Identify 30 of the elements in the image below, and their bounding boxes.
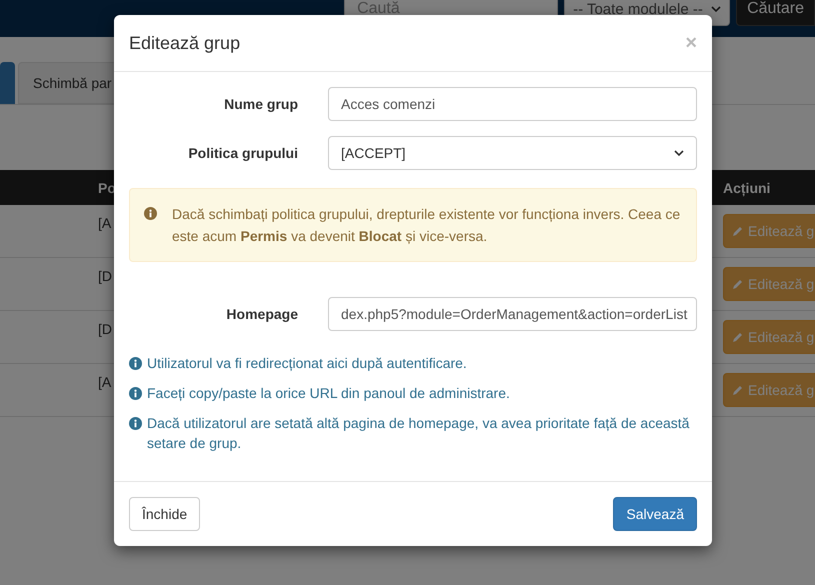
table-cell: [D bbox=[98, 321, 112, 337]
chevron-down-icon bbox=[711, 6, 722, 12]
save-button[interactable]: Salvează bbox=[613, 497, 697, 531]
close-button[interactable]: Închide bbox=[129, 497, 200, 531]
pencil-icon bbox=[732, 278, 744, 290]
field-label: Homepage bbox=[225, 306, 298, 322]
help-text: Faceți copy/paste la orice URL din panoul de administrare. bbox=[147, 384, 511, 403]
column-header: Acțiuni bbox=[723, 180, 770, 196]
field-label: Politica grupului bbox=[187, 145, 298, 161]
field-label: Nume grup bbox=[223, 96, 298, 112]
help-text: Dacă utilizatorul are setată altă pagina de homepage, va avea prioritate față de această setare de grup. bbox=[147, 414, 690, 453]
info-icon bbox=[129, 387, 142, 400]
pencil-icon bbox=[732, 331, 744, 343]
pencil-icon bbox=[732, 384, 744, 396]
table-cell: [A bbox=[98, 374, 112, 390]
search-button[interactable]: Căutare bbox=[736, 0, 815, 26]
modal-title: Editează grup bbox=[129, 32, 240, 54]
info-icon bbox=[144, 207, 157, 220]
chevron-down-icon bbox=[674, 150, 684, 156]
policy-select[interactable]: [ACCEPT] bbox=[328, 136, 697, 170]
tab[interactable] bbox=[0, 62, 15, 104]
table-cell: [A bbox=[98, 215, 112, 231]
alert-text: Dacă schimbați politica grupului, drepturile existente vor funcționa invers. Ceea ce este acum Permis va devenit Blocat și vice-versa. bbox=[172, 205, 682, 246]
table-cell: [D bbox=[98, 268, 112, 284]
pencil-icon bbox=[732, 225, 744, 237]
info-icon bbox=[129, 357, 142, 370]
input-field[interactable]: dex.php5?module=OrderManagement&action=orderList bbox=[328, 297, 697, 331]
help-text: Utilizatorul va fi redirecționat aici după autentificare. bbox=[147, 354, 468, 373]
info-icon bbox=[129, 417, 142, 430]
input-field[interactable]: Acces comenzi bbox=[328, 87, 697, 121]
